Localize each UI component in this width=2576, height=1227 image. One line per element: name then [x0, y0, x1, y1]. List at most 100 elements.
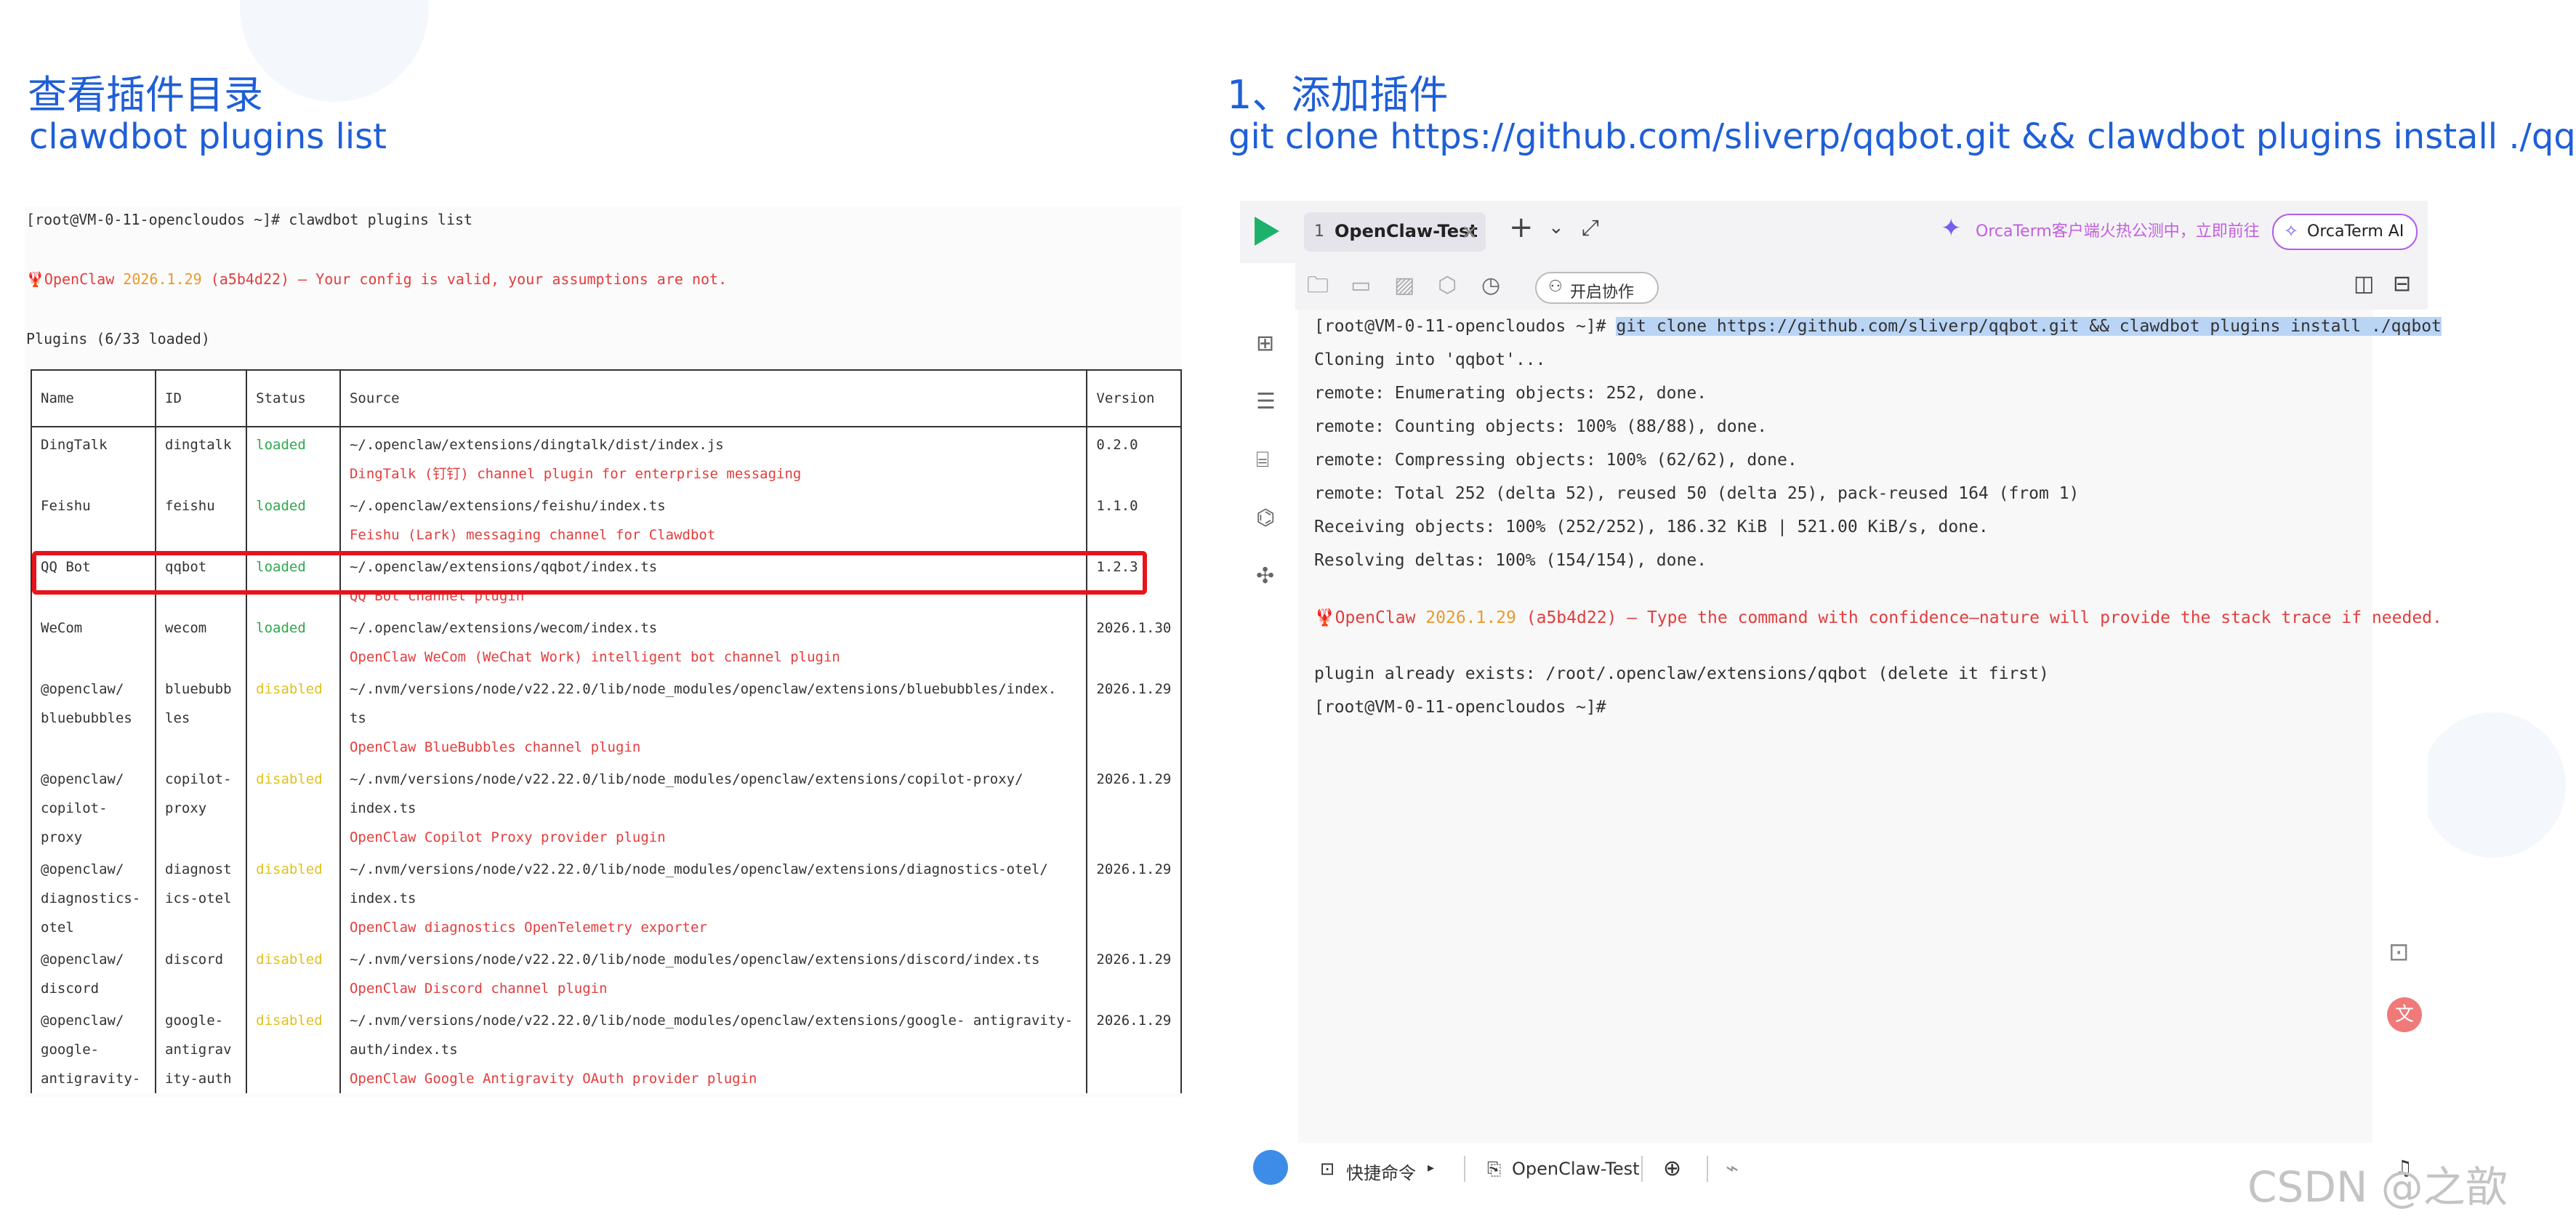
translate-icon[interactable]: 文: [2387, 997, 2422, 1032]
globe-icon[interactable]: ⊕: [1663, 1156, 1681, 1181]
table-row: Feishu feishu loaded ~/.openclaw/extensions…: [30, 488, 1182, 550]
plugins-loaded-count: Plugins (6/33 loaded): [26, 330, 210, 347]
tab-number: 1: [1314, 222, 1324, 241]
source-path: ~/.openclaw/extensions/wecom/index.ts: [349, 620, 658, 636]
config-message: — Your config is valid, your assumptions…: [298, 270, 728, 288]
cell-status: disabled: [246, 942, 341, 1003]
terminal-output[interactable]: [root@VM-0-11-opencloudos ~]# git clone …: [1298, 310, 2442, 1146]
plugin-description: OpenClaw Google Antigravity OAuth provid…: [349, 1071, 757, 1087]
output-line: Cloning into 'qqbot'...: [1314, 350, 1546, 369]
openclaw-hash: (a5b4d22): [210, 270, 290, 288]
openclaw-version: 2026.1.29: [123, 270, 202, 288]
file-transfer-icon[interactable]: ▭: [1351, 275, 1371, 297]
output-line: Receiving objects: 100% (252/252), 186.3…: [1314, 518, 1989, 536]
plugin-description: OpenClaw WeCom (WeChat Work) intelligent…: [349, 649, 840, 665]
qr-icon[interactable]: ⊡: [2388, 938, 2410, 967]
output-line: remote: Counting objects: 100% (88/88), …: [1314, 417, 1768, 436]
cell-source: ~/.openclaw/extensions/dingtalk/dist/ind…: [339, 427, 1088, 488]
col-header-source: Source: [339, 369, 1088, 427]
plugin-description: Feishu (Lark) messaging channel for Claw…: [349, 527, 716, 543]
watermark-shape: [2420, 712, 2566, 858]
prompt-line: [root@VM-0-11-opencloudos ~]# clawdbot p…: [26, 211, 473, 228]
image-icon[interactable]: ▨: [1394, 275, 1414, 297]
plugin-icon[interactable]: ✣: [1256, 566, 1274, 587]
output-line: remote: Total 252 (delta 52), reused 50 …: [1314, 484, 2080, 503]
cell-version: 2026.1.29: [1086, 942, 1182, 1003]
source-path: ~/.openclaw/extensions/dingtalk/dist/ind…: [349, 437, 724, 453]
tab-close-icon[interactable]: ×: [1461, 220, 1478, 244]
cell-source: ~/.openclaw/extensions/wecom/index.ts Ope…: [339, 611, 1088, 672]
monitor-icon[interactable]: ⌸: [1256, 449, 1269, 471]
plugin-description: OpenClaw diagnostics OpenTelemetry expor…: [349, 920, 707, 936]
cell-id: diagnost ics-otel: [155, 852, 248, 942]
cell-source: ~/.nvm/versions/node/v22.22.0/lib/node_m…: [339, 942, 1088, 1003]
prompt: [root@VM-0-11-opencloudos ~]#: [1314, 317, 1606, 336]
col-header-id: ID: [155, 369, 248, 427]
command-list-icon[interactable]: ☰: [1256, 391, 1276, 413]
final-prompt: [root@VM-0-11-opencloudos ~]#: [1314, 698, 1606, 717]
tab-openclaw-test[interactable]: 1 OpenClaw-Test ×: [1304, 212, 1486, 252]
promo-link[interactable]: OrcaTerm客户端火热公测中，立即前往: [1976, 218, 2260, 241]
openclaw-label: 🦞OpenClaw: [26, 270, 115, 288]
orcaterm-ai-button[interactable]: ✧ OrcaTerm AI: [2272, 214, 2418, 250]
split-vertical-icon[interactable]: ◫: [2354, 273, 2374, 295]
cell-id: feishu: [155, 488, 248, 550]
quick-command-icon[interactable]: ⊡: [1320, 1159, 1335, 1179]
quick-command-label[interactable]: 快捷命令: [1346, 1159, 1416, 1184]
split-horizontal-icon[interactable]: ⊟: [2393, 273, 2411, 295]
tab-bar: 1 OpenClaw-Test × + ⌄ ⤢ ✦ OrcaTerm客户端火热公…: [1240, 201, 2428, 263]
cell-status: loaded: [246, 488, 341, 550]
right-heading-cmd: git clone https://github.com/sliverp/qqb…: [1228, 116, 2576, 157]
col-header-name: Name: [30, 369, 157, 427]
csdn-watermark: CSDN @之歆: [2247, 1162, 2508, 1212]
cell-id: google- antigrav ity-auth: [155, 1003, 248, 1093]
network-icon[interactable]: ⌬: [1256, 507, 1275, 529]
qqbot-row-highlight: [32, 551, 1147, 595]
chart-icon[interactable]: ⌁: [1726, 1156, 1739, 1181]
divider: [1464, 1156, 1465, 1182]
cell-version: 2026.1.29: [1086, 762, 1182, 852]
avatar[interactable]: [1253, 1150, 1288, 1185]
play-icon[interactable]: ▸: [1428, 1160, 1434, 1175]
cell-version: 0.2.0: [1086, 427, 1182, 488]
selected-command: git clone https://github.com/sliverp/qqb…: [1616, 317, 2442, 336]
plugin-description: OpenClaw BlueBubbles channel plugin: [349, 739, 641, 755]
table-row: WeCom wecom loaded ~/.openclaw/extensions/w…: [30, 611, 1182, 672]
plugin-description: OpenClaw Copilot Proxy provider plugin: [349, 829, 666, 845]
start-collab-button[interactable]: ⚇ 开启协作: [1535, 272, 1659, 304]
col-header-version: Version: [1086, 369, 1182, 427]
expand-icon[interactable]: ⤢: [1582, 215, 1599, 241]
orcaterm-window: 1 OpenClaw-Test × + ⌄ ⤢ ✦ OrcaTerm客户端火热公…: [1240, 201, 2442, 1194]
cell-source: ~/.nvm/versions/node/v22.22.0/lib/node_m…: [339, 1003, 1088, 1093]
table-row: @openclaw/ google- antigravity-google- a…: [30, 1003, 1182, 1093]
add-tab-icon[interactable]: +: [1509, 211, 1534, 244]
table-row: DingTalk dingtalk loaded ~/.openclaw/extens…: [30, 427, 1182, 488]
apps-icon[interactable]: ⊞: [1256, 333, 1274, 355]
warning-message: — Type the command with confidence—natur…: [1627, 608, 2442, 627]
plugin-description: OpenClaw Discord channel plugin: [349, 981, 608, 997]
col-header-status: Status: [246, 369, 341, 427]
divider: [1641, 1156, 1643, 1182]
left-heading-cn: 查看插件目录: [28, 72, 263, 118]
cell-name: @openclaw/ google- antigravity-: [30, 1003, 157, 1093]
folder-icon[interactable]: 🗀: [1307, 275, 1329, 297]
plugin-description: DingTalk (钉钉) channel plugin for enterpr…: [349, 466, 802, 482]
cell-id: copilot- proxy: [155, 762, 248, 852]
orcaterm-ai-label: OrcaTerm AI: [2307, 222, 2404, 241]
history-icon[interactable]: ◷: [1481, 275, 1500, 297]
user-icon: ⚇: [1548, 278, 1563, 296]
terminal-toolbar: 🗀 ▭ ▨ ⬡ ◷ ⚇ 开启协作 ◫ ⊟: [1295, 263, 2428, 310]
cell-version: 1.1.0: [1086, 488, 1182, 550]
output-line: plugin already exists: /root/.openclaw/e…: [1314, 664, 2049, 683]
source-path: ~/.nvm/versions/node/v22.22.0/lib/node_m…: [349, 681, 1057, 726]
chevron-down-icon[interactable]: ⌄: [1548, 217, 1564, 238]
table-row: @openclaw/ copilot- proxy copilot- proxy d…: [30, 762, 1182, 852]
cell-version: 2026.1.30: [1086, 611, 1182, 672]
session-name[interactable]: OpenClaw-Test: [1512, 1159, 1640, 1179]
watermark-shape: [240, 0, 429, 102]
cell-name: WeCom: [30, 611, 157, 672]
shield-icon[interactable]: ⬡: [1438, 275, 1457, 297]
ai-icon: ✧: [2284, 221, 2299, 241]
plugins-table: Name ID Status Source Version DingTalk di…: [30, 369, 1182, 1093]
cell-id: bluebubb les: [155, 672, 248, 762]
